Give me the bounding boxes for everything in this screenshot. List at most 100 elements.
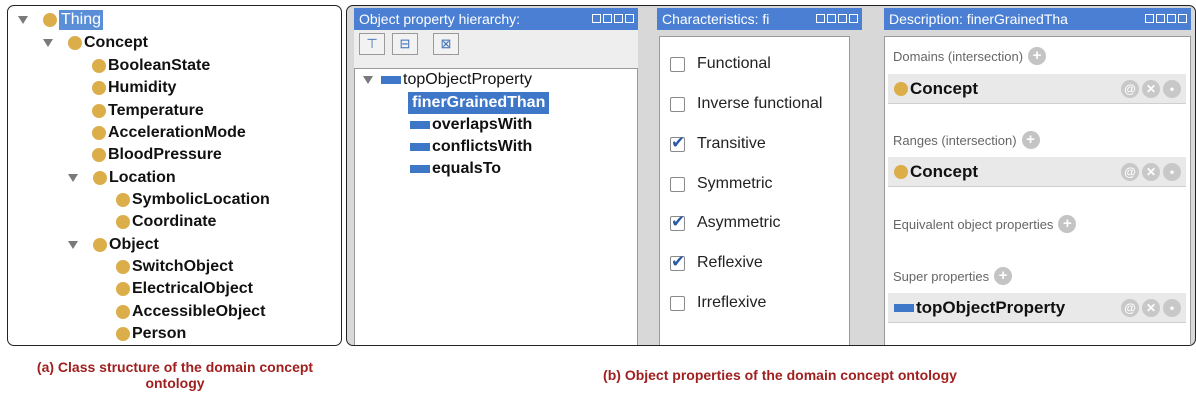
tree-row-concept[interactable]: Concept: [43, 32, 148, 54]
class-icon: [116, 215, 130, 229]
characteristic-checkbox[interactable]: [670, 295, 685, 311]
view-control-icon[interactable]: [1145, 14, 1154, 23]
class-label[interactable]: BooleanState: [108, 55, 210, 77]
delete-property-button[interactable]: ⊠: [433, 33, 459, 55]
tree-row[interactable]: Person: [116, 323, 186, 345]
characteristic-checkbox[interactable]: [670, 133, 685, 153]
view-controls[interactable]: [816, 14, 858, 23]
tree-row-top-property[interactable]: topObjectProperty: [363, 69, 532, 91]
tree-row[interactable]: Humidity: [92, 77, 176, 99]
characteristic-row[interactable]: Symmetric: [670, 173, 773, 195]
delete-icon[interactable]: ✕: [1142, 163, 1160, 181]
edit-icon[interactable]: •: [1163, 80, 1181, 98]
view-control-icon[interactable]: [816, 14, 825, 23]
ranges-section: Ranges (intersection) +: [893, 131, 1040, 149]
characteristic-checkbox[interactable]: [670, 176, 685, 192]
annotate-icon[interactable]: @: [1121, 163, 1139, 181]
tree-row-object[interactable]: Object: [68, 234, 159, 256]
class-label[interactable]: SwitchObject: [132, 256, 233, 278]
range-entry[interactable]: Concept @ ✕ •: [888, 157, 1186, 187]
close-view-icon[interactable]: [1178, 14, 1187, 23]
view-control-icon[interactable]: [827, 14, 836, 23]
characteristic-row[interactable]: Irreflexive: [670, 292, 766, 314]
tree-row[interactable]: BloodPressure: [92, 144, 222, 166]
expand-toggle-icon[interactable]: [363, 76, 373, 84]
annotate-icon[interactable]: @: [1121, 80, 1139, 98]
tree-row-selected[interactable]: finerGrainedThan: [408, 92, 550, 114]
class-label[interactable]: Coordinate: [132, 211, 216, 233]
view-control-icon[interactable]: [603, 14, 612, 23]
view-control-icon[interactable]: [1167, 14, 1176, 23]
property-label[interactable]: equalsTo: [432, 158, 501, 180]
close-view-icon[interactable]: [625, 14, 634, 23]
property-label-selected[interactable]: finerGrainedThan: [408, 92, 550, 114]
characteristic-row[interactable]: Reflexive: [670, 252, 763, 274]
range-value[interactable]: Concept: [910, 162, 978, 182]
tree-row[interactable]: Coordinate: [116, 211, 216, 233]
property-label[interactable]: overlapsWith: [432, 114, 532, 136]
class-label[interactable]: BloodPressure: [108, 144, 222, 166]
add-range-button[interactable]: +: [1021, 131, 1040, 149]
delete-icon[interactable]: ✕: [1142, 299, 1160, 317]
view-control-icon[interactable]: [1156, 14, 1165, 23]
property-label[interactable]: topObjectProperty: [403, 69, 532, 91]
close-view-icon[interactable]: [849, 14, 858, 23]
tree-row[interactable]: SymbolicLocation: [116, 189, 270, 211]
characteristic-checkbox[interactable]: [670, 252, 685, 272]
class-label[interactable]: ElectricalObject: [132, 278, 253, 300]
domain-entry[interactable]: Concept @ ✕ •: [888, 74, 1186, 104]
domain-value[interactable]: Concept: [910, 79, 978, 99]
view-controls[interactable]: [1145, 14, 1187, 23]
class-label[interactable]: AccelerationMode: [108, 122, 246, 144]
class-label[interactable]: Concept: [84, 32, 148, 54]
characteristic-checkbox[interactable]: [670, 56, 685, 72]
delete-icon[interactable]: ✕: [1142, 80, 1160, 98]
super-value[interactable]: topObjectProperty: [916, 298, 1065, 318]
expand-toggle-icon[interactable]: [68, 174, 78, 182]
class-label[interactable]: AccessibleObject: [132, 301, 265, 323]
view-control-icon[interactable]: [838, 14, 847, 23]
expand-toggle-icon[interactable]: [18, 16, 28, 24]
class-label[interactable]: Object: [109, 234, 159, 256]
tree-row[interactable]: conflictsWith: [410, 136, 532, 158]
class-label[interactable]: SymbolicLocation: [132, 189, 270, 211]
edit-icon[interactable]: •: [1163, 299, 1181, 317]
view-control-icon[interactable]: [614, 14, 623, 23]
class-label-thing[interactable]: Thing: [59, 10, 104, 30]
add-equivalent-button[interactable]: +: [1058, 215, 1077, 233]
property-label[interactable]: conflictsWith: [432, 136, 532, 158]
expand-toggle-icon[interactable]: [68, 241, 78, 249]
add-subproperty-button[interactable]: ⊤: [359, 33, 385, 55]
view-control-icon[interactable]: [592, 14, 601, 23]
tree-row-location[interactable]: Location: [68, 167, 176, 189]
tree-row[interactable]: ElectricalObject: [116, 278, 253, 300]
tree-row[interactable]: overlapsWith: [410, 114, 532, 136]
class-label[interactable]: Temperature: [108, 100, 204, 122]
tree-row[interactable]: Temperature: [92, 100, 204, 122]
tree-row[interactable]: BooleanState: [92, 55, 210, 77]
tree-row[interactable]: AccelerationMode: [92, 122, 246, 144]
add-domain-button[interactable]: +: [1028, 47, 1047, 65]
characteristic-row[interactable]: Inverse functional: [670, 93, 822, 115]
class-label[interactable]: Humidity: [108, 77, 176, 99]
expand-toggle-icon[interactable]: [43, 39, 53, 47]
add-sibling-property-button[interactable]: ⊟: [392, 33, 418, 55]
characteristic-checkbox[interactable]: [670, 212, 685, 232]
tree-row[interactable]: SwitchObject: [116, 256, 233, 278]
tree-row[interactable]: equalsTo: [410, 158, 501, 180]
class-label[interactable]: Location: [109, 167, 176, 189]
class-icon: [116, 327, 130, 341]
view-controls[interactable]: [592, 14, 634, 23]
super-property-entry[interactable]: topObjectProperty @ ✕ •: [888, 293, 1186, 323]
characteristic-checkbox[interactable]: [670, 96, 685, 112]
characteristic-row[interactable]: Functional: [670, 53, 771, 75]
edit-icon[interactable]: •: [1163, 163, 1181, 181]
add-super-property-button[interactable]: +: [994, 267, 1013, 285]
annotate-icon[interactable]: @: [1121, 299, 1139, 317]
tree-row-thing[interactable]: Thing: [18, 9, 104, 31]
characteristic-row[interactable]: Asymmetric: [670, 212, 781, 234]
tree-row[interactable]: AccessibleObject: [116, 301, 265, 323]
characteristic-row[interactable]: Transitive: [670, 133, 766, 155]
class-label[interactable]: Person: [132, 323, 186, 345]
caption-a: (a) Class structure of the domain concep…: [36, 359, 314, 391]
